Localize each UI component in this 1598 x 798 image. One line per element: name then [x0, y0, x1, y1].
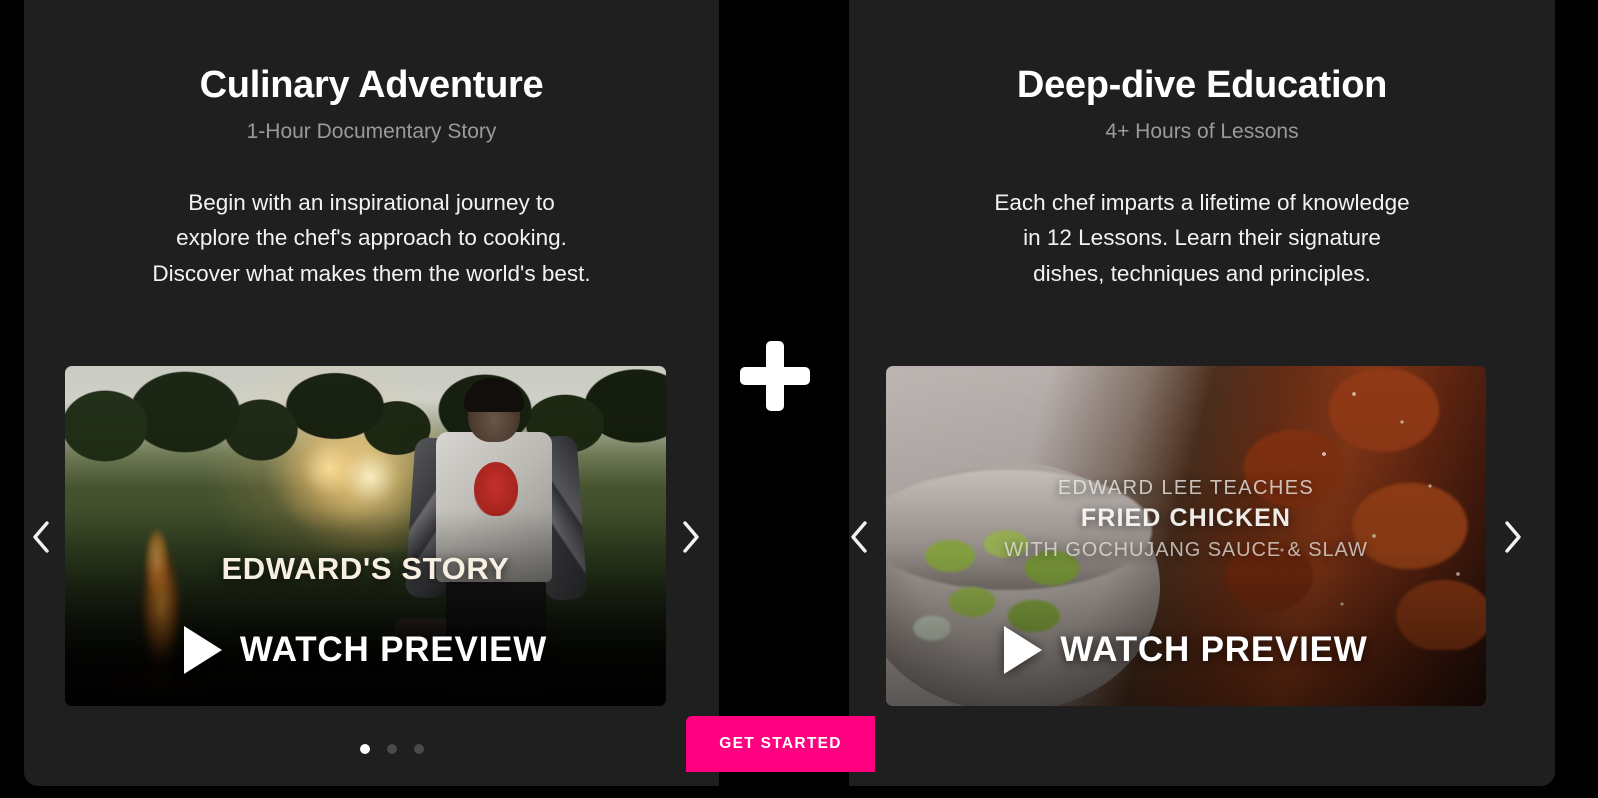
right-card-veil	[886, 366, 1486, 706]
right-carousel-prev-button[interactable]	[840, 507, 878, 567]
left-dot-3[interactable]	[414, 744, 424, 754]
left-carousel-prev-button[interactable]	[22, 507, 60, 567]
plus-icon	[740, 341, 810, 411]
right-column-title: Deep-dive Education	[1016, 64, 1388, 106]
chevron-left-icon	[851, 521, 867, 553]
column-deep-dive-education: Deep-dive Education 4+ Hours of Lessons …	[849, 0, 1555, 786]
left-dot-2[interactable]	[387, 744, 397, 754]
right-column-body: Each chef imparts a lifetime of knowledg…	[994, 189, 1410, 286]
right-carousel-next-button[interactable]	[1494, 507, 1532, 567]
left-video-preview-card[interactable]: EDWARD'S STORY WATCH PREVIEW	[65, 366, 666, 706]
left-card-vignette	[65, 366, 666, 706]
left-column-body: Begin with an inspirational journey to e…	[152, 189, 591, 286]
column-culinary-adventure: Culinary Adventure 1-Hour Documentary St…	[24, 0, 719, 786]
chevron-left-icon	[33, 521, 49, 553]
chevron-right-icon	[683, 521, 699, 553]
left-carousel-dots[interactable]	[360, 744, 424, 754]
left-dot-1[interactable]	[360, 744, 370, 754]
left-column-title: Culinary Adventure	[199, 64, 544, 106]
plus-icon-vertical-bar	[766, 341, 784, 411]
left-carousel-next-button[interactable]	[672, 507, 710, 567]
offer-comparison-screen: Culinary Adventure 1-Hour Documentary St…	[0, 0, 1598, 798]
get-started-button[interactable]: GET STARTED	[686, 716, 875, 772]
left-column-subtitle: 1-Hour Documentary Story	[246, 119, 497, 143]
right-video-preview-card[interactable]: EDWARD LEE TEACHES FRIED CHICKEN WITH GO…	[886, 366, 1486, 706]
right-column-subtitle: 4+ Hours of Lessons	[1105, 119, 1299, 143]
chevron-right-icon	[1505, 521, 1521, 553]
